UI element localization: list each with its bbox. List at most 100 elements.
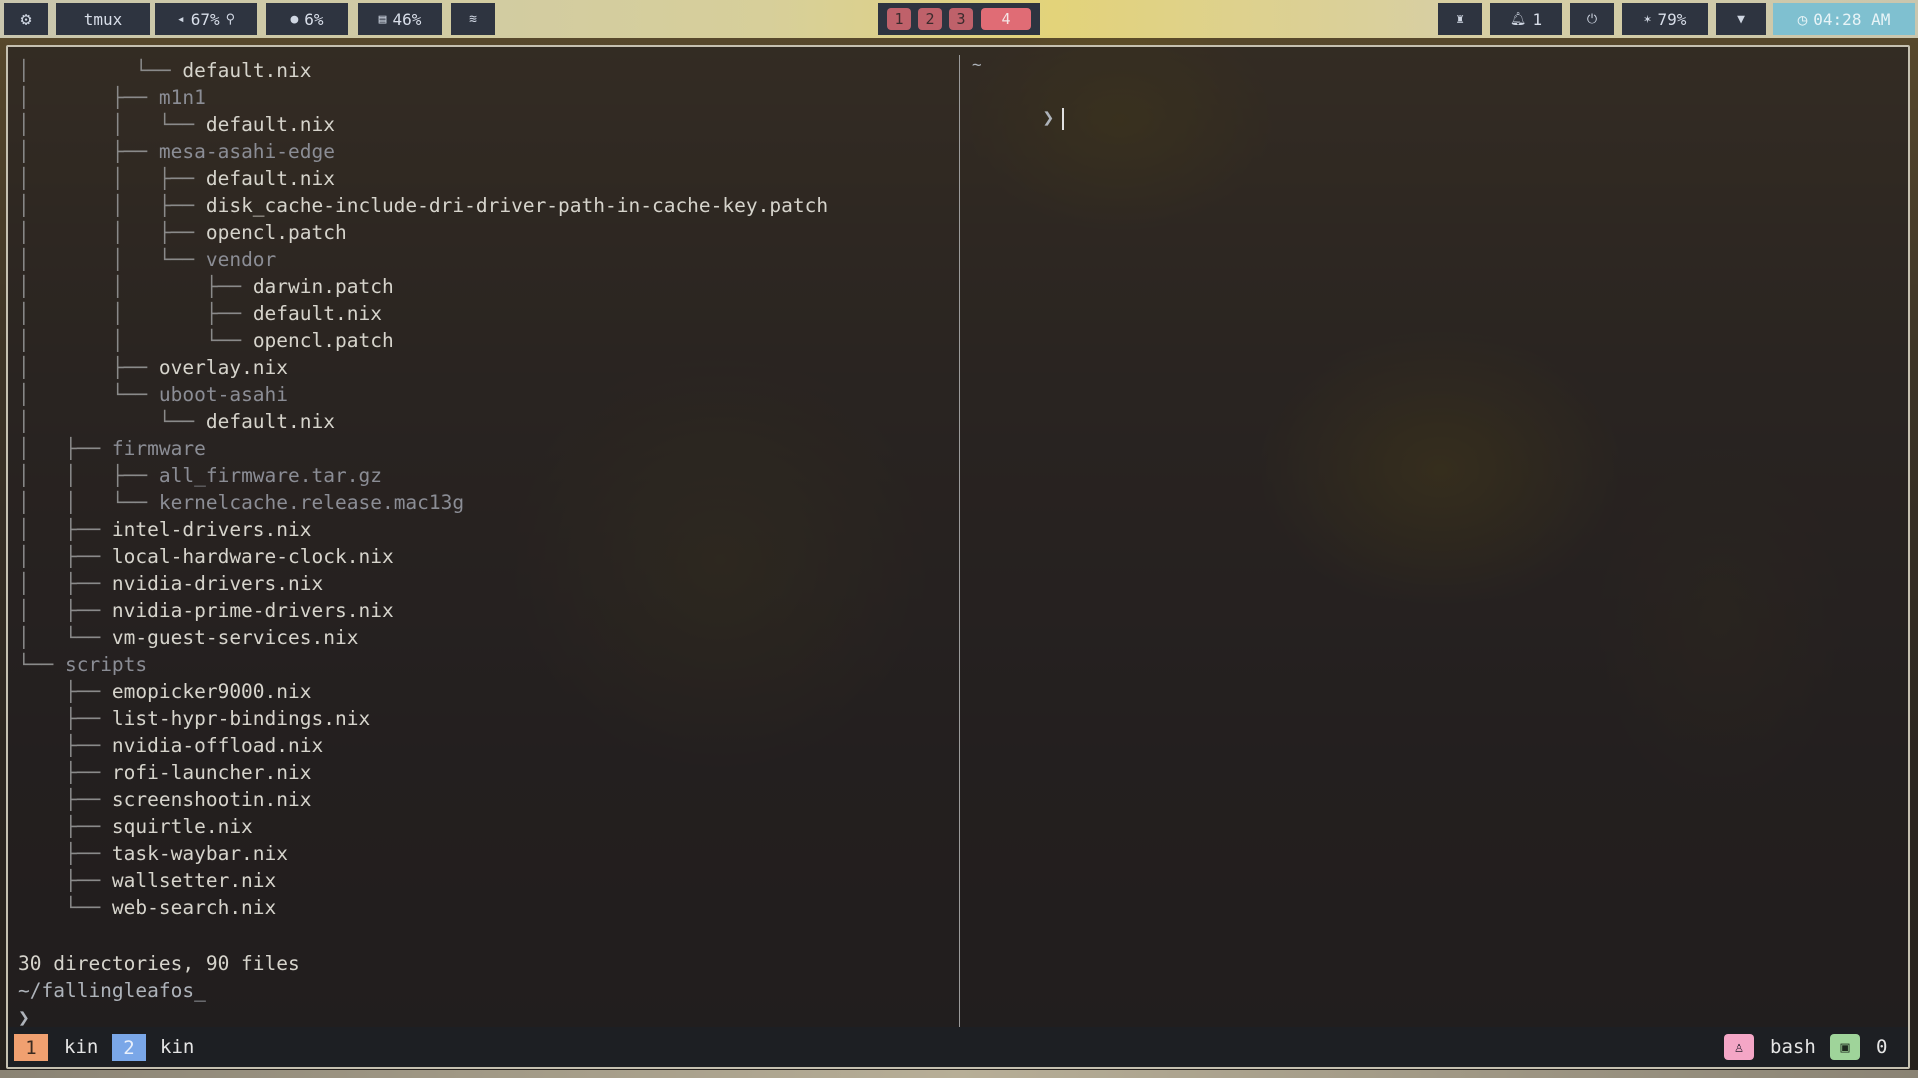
terminal-icon: ▣ (1830, 1034, 1860, 1060)
gear-icon: ⚙ (20, 8, 32, 30)
tree-branch: │ │ └── (18, 329, 253, 352)
tree-branch: │ ├── (18, 545, 112, 568)
memory-module[interactable]: ▤ 46% (358, 3, 442, 35)
workspace-4[interactable]: 4 (981, 8, 1031, 30)
right-prompt-line[interactable]: ❯ (972, 77, 1065, 130)
tree-directory: │ │ └── vendor (18, 246, 276, 273)
tree-file: │ ├── nvidia-drivers.nix (18, 570, 323, 597)
volume-module[interactable]: ◂ 67% ⚲ (155, 3, 257, 35)
tree-entry-name: squirtle.nix (111, 815, 253, 838)
tree-entry-name: darwin.patch (252, 275, 394, 298)
tree-entry-name: list-hypr-bindings.nix (111, 707, 371, 730)
tree-branch: ├── (18, 707, 112, 730)
network-module[interactable]: ≋ (451, 3, 495, 35)
tree-file: │ ├── local-hardware-clock.nix (18, 543, 394, 570)
cpu-module[interactable]: ● 6% (266, 3, 348, 35)
tree-branch: │ │ └── (18, 113, 206, 136)
tree-file: ├── list-hypr-bindings.nix (18, 705, 370, 732)
cpu-icon: ● (290, 11, 299, 27)
tree-entry-name: default.nix (252, 302, 382, 325)
tree-branch: │ └── (18, 410, 206, 433)
tree-branch: │ │ ├── (18, 464, 159, 487)
tree-entry-name: intel-drivers.nix (111, 518, 312, 541)
tree-entry-name: web-search.nix (111, 896, 277, 919)
power-button[interactable]: ⏻ (1570, 3, 1614, 35)
tree-directory: │ ├── m1n1 (18, 84, 206, 111)
window-name-1[interactable]: kin (64, 1034, 98, 1061)
speaker-icon: ◂ (176, 11, 185, 27)
tree-entry-name: default.nix (205, 410, 335, 433)
tree-directory: │ ├── mesa-asahi-edge (18, 138, 335, 165)
terminal-window[interactable]: │ └── default.nix │ ├── m1n1 │ │ └── defau… (6, 45, 1910, 1069)
tree-file: ├── wallsetter.nix (18, 867, 276, 894)
tree-entry-name: task-waybar.nix (111, 842, 289, 865)
brightness-module[interactable]: ✶ 79% (1622, 3, 1708, 35)
launcher-button[interactable]: ⚙ (4, 3, 48, 35)
tree-branch: │ │ ├── (18, 302, 253, 325)
tree-directory: │ ├── firmware (18, 435, 206, 462)
tree-entry-name: overlay.nix (158, 356, 289, 379)
pane-count: 0 (1876, 1036, 1888, 1058)
active-app-label[interactable]: tmux (56, 3, 150, 35)
workspace-3[interactable]: 3 (949, 8, 973, 30)
tree-entry-name: local-hardware-clock.nix (111, 545, 394, 568)
tree-branch: ├── (18, 680, 112, 703)
right-cwd: ~ (972, 55, 982, 74)
tree-directory: │ └── uboot-asahi (18, 381, 288, 408)
window-index-1[interactable]: 1 (14, 1034, 48, 1061)
shell-name: bash (1770, 1036, 1816, 1058)
tree-branch: │ └── (18, 626, 112, 649)
tree-entry-name: default.nix (182, 59, 312, 82)
right-pane[interactable]: ~ ❯ (962, 47, 1908, 1027)
tree-branch: │ │ └── (18, 491, 159, 514)
tree-file: ├── rofi-launcher.nix (18, 759, 312, 786)
tree-file: │ └── default.nix (18, 57, 312, 84)
tree-branch: ├── (18, 734, 112, 757)
person-icon: ♙ (1724, 1034, 1754, 1060)
right-prompt-symbol: ❯ (1042, 106, 1055, 129)
clock[interactable]: ◷ 04:28 AM (1773, 3, 1915, 35)
tree-entry-name: opencl.patch (205, 221, 347, 244)
tree-entry-name: firmware (111, 437, 206, 460)
window-name-2[interactable]: kin (160, 1034, 194, 1061)
tree-entry-name: disk_cache-include-dri-driver-path-in-ca… (205, 194, 829, 217)
pane-divider[interactable] (959, 55, 960, 1027)
tree-entry-name: default.nix (205, 167, 335, 190)
top-bar: ⚙ tmux ◂ 67% ⚲ ● 6% ▤ 46% ≋ 1 2 3 4 ♜ 🔔︎… (0, 0, 1918, 38)
tree-file: │ ├── nvidia-prime-drivers.nix (18, 597, 394, 624)
text-cursor (1062, 107, 1065, 130)
power-icon: ⏻ (1586, 11, 1598, 27)
tree-entry-name: nvidia-prime-drivers.nix (111, 599, 394, 622)
clock-icon: ◷ (1797, 9, 1808, 29)
tree-file: ├── task-waybar.nix (18, 840, 288, 867)
tree-branch: │ └── (18, 383, 159, 406)
tree-directory: └── scripts (18, 651, 147, 678)
tree-entry-name: emopicker9000.nix (111, 680, 312, 703)
tree-directory: │ │ └── kernelcache.release.mac13g (18, 489, 464, 516)
tree-branch: │ │ └── (18, 248, 206, 271)
tmux-status-bar: 1 kin 2 kin ♙ bash ▣ 0 (8, 1027, 1908, 1067)
workspace-2[interactable]: 2 (918, 8, 942, 30)
tree-branch: ├── (18, 788, 112, 811)
tree-entry-name: scripts (64, 653, 148, 676)
tree-branch: │ ├── (18, 518, 112, 541)
window-index-2[interactable]: 2 (112, 1034, 146, 1061)
tree-branch: │ │ ├── (18, 275, 253, 298)
left-pane[interactable]: │ └── default.nix │ ├── m1n1 │ │ └── defau… (8, 47, 959, 1027)
notification-module[interactable]: 🔔︎ 1 (1490, 3, 1562, 35)
wifi-module[interactable]: ▼ (1716, 3, 1766, 35)
tree-file: │ │ ├── default.nix (18, 300, 382, 327)
tree-branch: ├── (18, 842, 112, 865)
tree-file: │ │ └── default.nix (18, 111, 335, 138)
tree-branch: │ │ ├── (18, 221, 206, 244)
tree-file: │ │ ├── default.nix (18, 165, 335, 192)
tree-entry-name: vendor (205, 248, 277, 271)
tree-branch: │ ├── (18, 86, 159, 109)
workspace-1[interactable]: 1 (887, 8, 911, 30)
tree-branch: │ ├── (18, 572, 112, 595)
tree-file: │ │ └── opencl.patch (18, 327, 394, 354)
idle-inhibitor[interactable]: ♜ (1438, 3, 1482, 35)
tree-entry-name: rofi-launcher.nix (111, 761, 312, 784)
bell-icon: 🔔︎ (1509, 11, 1527, 27)
tree-entry-name: kernelcache.release.mac13g (158, 491, 465, 514)
